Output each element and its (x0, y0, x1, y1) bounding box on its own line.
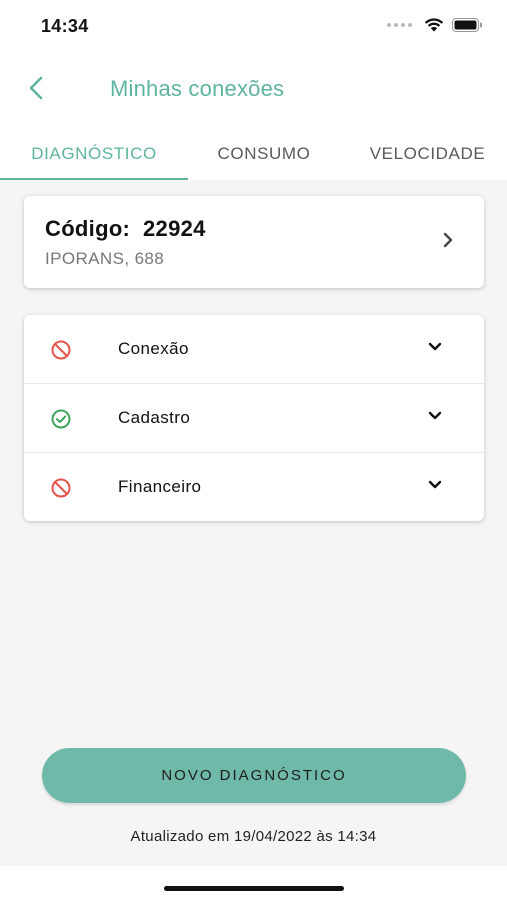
status-time: 14:34 (41, 16, 89, 36)
blocked-icon (51, 478, 71, 498)
check-circle-icon (51, 409, 71, 429)
diagnostic-label: Cadastro (118, 408, 191, 427)
app-header: Minhas conexões DIAGNÓSTICO CONSUMO VELO… (0, 50, 507, 180)
code-label: Código: (45, 216, 131, 241)
last-updated-text: Atualizado em 19/04/2022 às 14:34 (130, 828, 377, 845)
chevron-down-icon (428, 342, 442, 351)
cellular-signal-icon (387, 22, 412, 27)
diagnostics-list: Conexão Cadastro Financeiro (24, 315, 484, 521)
status-bar: 14:34 (0, 0, 507, 50)
tab-diagnostico[interactable]: DIAGNÓSTICO (0, 130, 188, 177)
connection-card[interactable]: Código: 22924 IPORANS, 688 (24, 196, 484, 288)
status-icons (387, 17, 483, 32)
back-button[interactable] (22, 74, 50, 102)
battery-icon (452, 17, 482, 32)
blocked-icon (51, 340, 71, 360)
chevron-right-icon (443, 232, 453, 248)
diagnostic-label: Conexão (118, 339, 189, 358)
new-diagnostic-button[interactable]: NOVO DIAGNÓSTICO (42, 748, 466, 803)
wifi-icon (424, 18, 444, 32)
connection-address: IPORANS, 688 (45, 249, 165, 268)
diagnostic-row-financeiro[interactable]: Financeiro (24, 453, 484, 521)
diagnostic-row-cadastro[interactable]: Cadastro (24, 384, 484, 452)
page-title: Minhas conexões (110, 76, 285, 101)
tab-velocidade[interactable]: VELOCIDADE (340, 130, 507, 177)
diagnostic-row-conexao[interactable]: Conexão (24, 315, 484, 383)
home-bar (0, 866, 507, 900)
tab-consumo[interactable]: CONSUMO (188, 130, 340, 177)
connection-code: Código: 22924 (45, 216, 206, 242)
code-value: 22924 (143, 216, 206, 241)
chevron-down-icon (428, 411, 442, 420)
home-indicator[interactable] (164, 886, 344, 891)
chevron-down-icon (428, 480, 442, 489)
tab-bar: DIAGNÓSTICO CONSUMO VELOCIDADE (0, 130, 507, 180)
diagnostic-label: Financeiro (118, 477, 202, 496)
chevron-left-icon (29, 76, 43, 100)
active-tab-indicator (0, 178, 188, 180)
